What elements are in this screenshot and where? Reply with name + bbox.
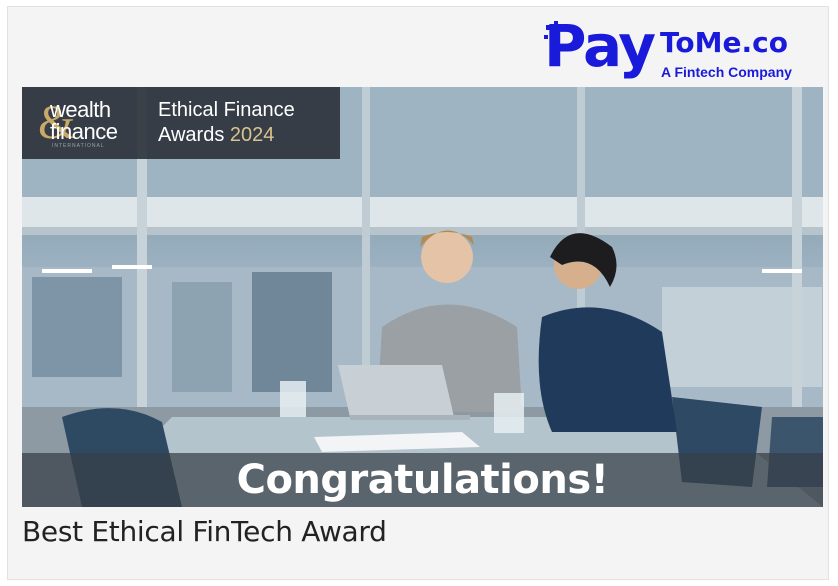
award-badge: & wealth finance INTERNATIONAL Ethical F…: [22, 87, 340, 159]
award-year: 2024: [229, 124, 275, 146]
logo-tagline: A Fintech Company: [661, 64, 792, 80]
congratulations-banner: Congratulations!: [22, 453, 823, 507]
award-card: Pay ToMe.co A Fintech Company & wealth f…: [7, 6, 829, 580]
wealth-finance-logo: & wealth finance INTERNATIONAL: [38, 97, 142, 149]
logo-subtitle: INTERNATIONAL: [52, 143, 105, 149]
award-title-line-2: Awards 2024: [158, 124, 274, 147]
award-photo: & wealth finance INTERNATIONAL Ethical F…: [22, 87, 823, 507]
award-title-awards: Awards: [158, 124, 225, 146]
logo-word-finance: finance: [50, 119, 118, 144]
logo-pay-text: Pay: [544, 12, 656, 80]
logo-tome-text: ToMe.co: [660, 26, 788, 59]
award-title-line-1: Ethical Finance: [158, 99, 295, 121]
banner-text: Congratulations!: [236, 457, 609, 503]
award-caption[interactable]: Best Ethical FinTech Award: [22, 515, 387, 548]
paytome-logo[interactable]: Pay ToMe.co A Fintech Company: [544, 17, 812, 93]
